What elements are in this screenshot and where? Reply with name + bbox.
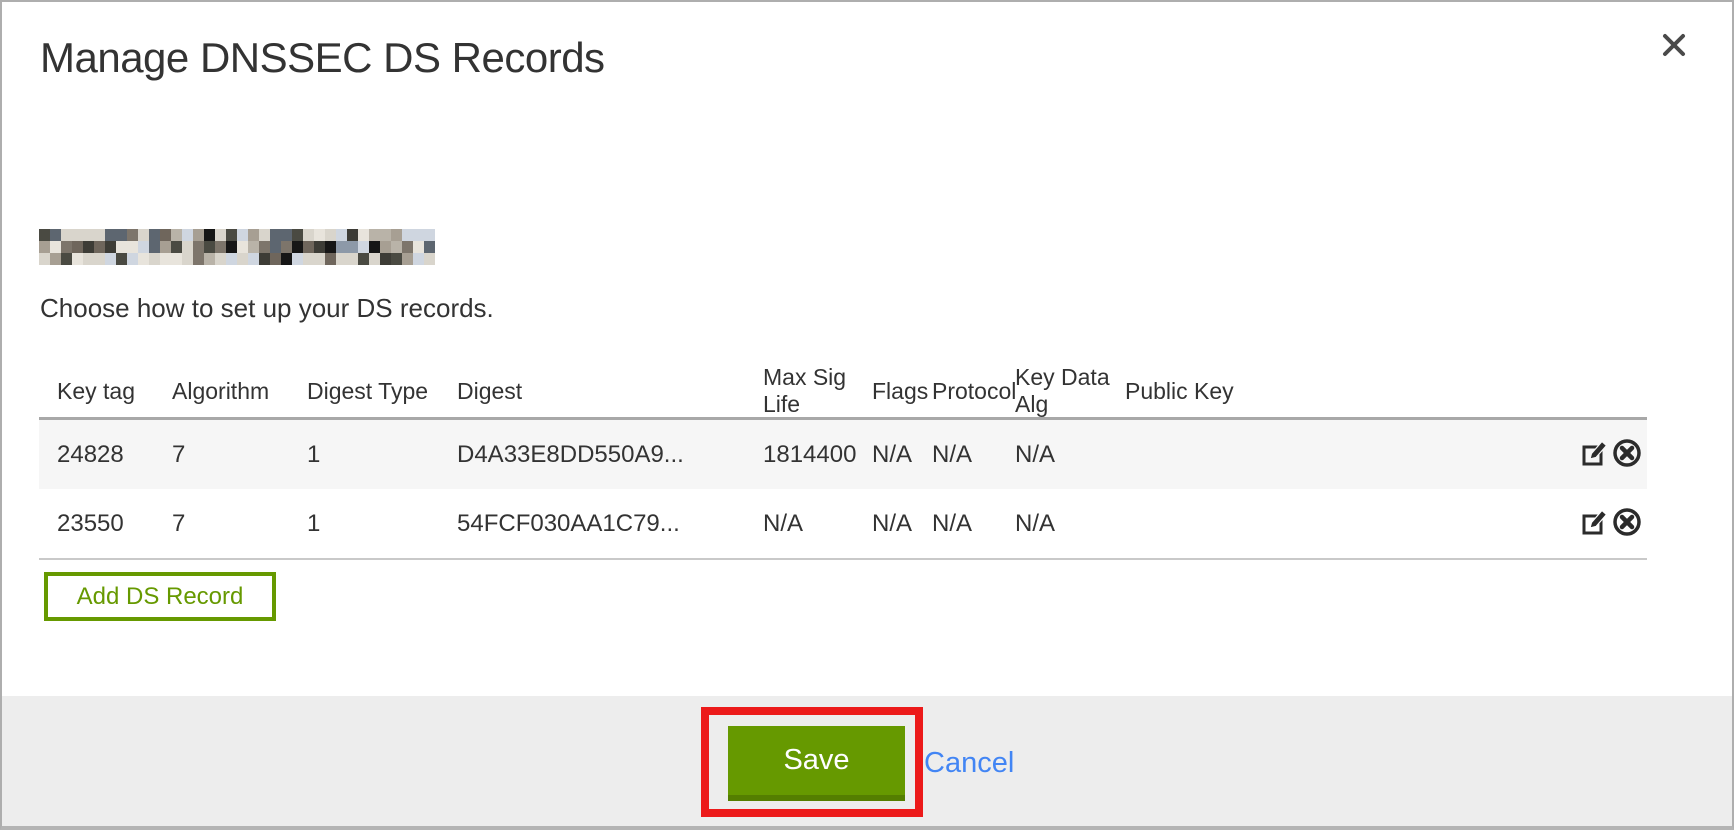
setup-instruction-text: Choose how to set up your DS records.: [40, 293, 494, 324]
edit-record-button[interactable]: [1579, 508, 1611, 540]
delete-record-button[interactable]: [1611, 439, 1643, 471]
cell-digest: 54FCF030AA1C79...: [457, 510, 763, 538]
delete-record-button[interactable]: [1611, 508, 1643, 540]
table-row: 23550 7 1 54FCF030AA1C79... N/A N/A N/A …: [39, 489, 1647, 558]
col-header-algorithm: Algorithm: [172, 378, 307, 405]
edit-icon: [1580, 507, 1610, 540]
cell-algorithm: 7: [172, 510, 307, 538]
close-button[interactable]: [1656, 28, 1692, 64]
cell-flags: N/A: [872, 510, 932, 538]
cell-algorithm: 7: [172, 441, 307, 469]
table-header-row: Key tag Algorithm Digest Type Digest Max…: [39, 365, 1647, 417]
col-header-key-tag: Key tag: [57, 378, 172, 405]
table-bottom-divider: [39, 558, 1647, 560]
edit-icon: [1580, 438, 1610, 471]
delete-icon: [1612, 438, 1642, 471]
col-header-public-key: Public Key: [1125, 378, 1447, 405]
col-header-key-data-alg: Key Data Alg: [1015, 364, 1125, 418]
cell-flags: N/A: [872, 441, 932, 469]
delete-icon: [1612, 507, 1642, 540]
cell-digest-type: 1: [307, 510, 457, 538]
modal-title: Manage DNSSEC DS Records: [40, 34, 605, 82]
cell-digest: D4A33E8DD550A9...: [457, 441, 763, 469]
col-header-max-sig-life: Max Sig Life: [763, 364, 872, 418]
cell-protocol: N/A: [932, 441, 1015, 469]
cell-key-data-alg: N/A: [1015, 441, 1125, 469]
cell-key-data-alg: N/A: [1015, 510, 1125, 538]
cell-key-tag: 23550: [57, 510, 172, 538]
add-ds-record-button[interactable]: Add DS Record: [44, 572, 276, 621]
ds-records-table: Key tag Algorithm Digest Type Digest Max…: [39, 365, 1647, 560]
cell-digest-type: 1: [307, 441, 457, 469]
dnssec-modal: Manage DNSSEC DS Records Choose how to s…: [0, 0, 1734, 830]
cell-key-tag: 24828: [57, 441, 172, 469]
col-header-protocol: Protocol: [932, 378, 1015, 405]
col-header-digest: Digest: [457, 378, 763, 405]
close-icon: [1660, 31, 1688, 62]
redacted-domain-name: [39, 229, 435, 265]
cell-max-sig-life: 1814400: [763, 441, 872, 469]
table-row: 24828 7 1 D4A33E8DD550A9... 1814400 N/A …: [39, 420, 1647, 489]
col-header-digest-type: Digest Type: [307, 378, 457, 405]
save-button[interactable]: Save: [728, 726, 905, 801]
col-header-flags: Flags: [872, 378, 932, 405]
cell-protocol: N/A: [932, 510, 1015, 538]
edit-record-button[interactable]: [1579, 439, 1611, 471]
cell-max-sig-life: N/A: [763, 510, 872, 538]
cancel-link[interactable]: Cancel: [924, 747, 1014, 780]
